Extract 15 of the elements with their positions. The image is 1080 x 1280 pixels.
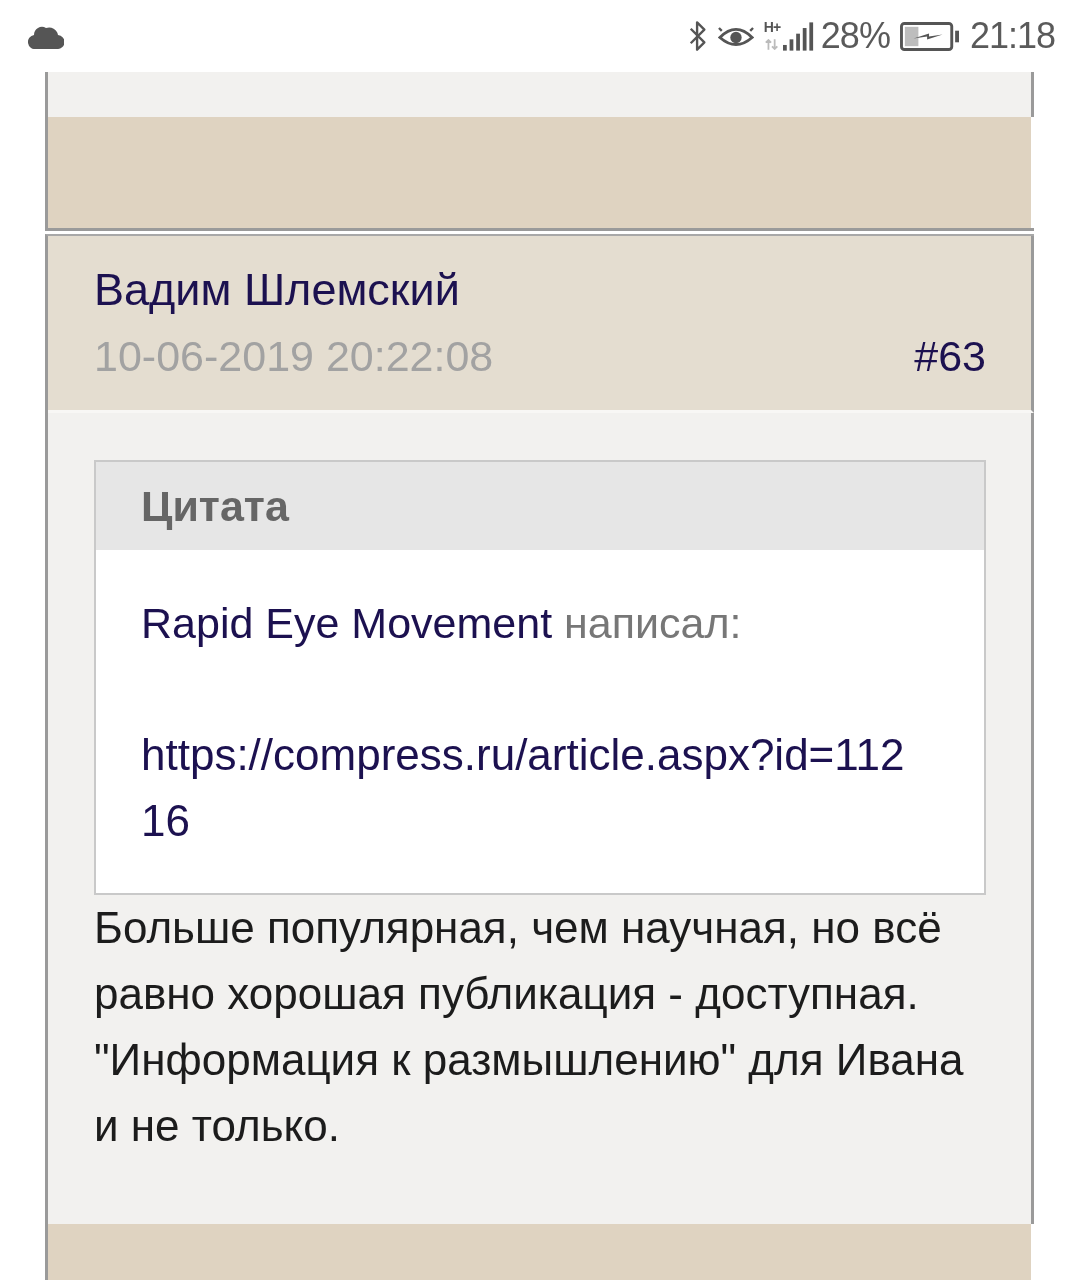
quote-header: Цитата xyxy=(96,462,984,550)
author-link[interactable]: Вадим Шлемский xyxy=(94,264,460,316)
post-date: 10-06-2019 20:22:08 xyxy=(94,331,494,381)
bluetooth-icon xyxy=(687,20,708,52)
post-text: Больше популярная, чем научная, но всё равно хорошая публикация - доступная. "Информация к размышлению" для Ивана и не только. xyxy=(94,902,965,1152)
clock-time: 21:18 xyxy=(969,16,1055,56)
quoted-author-link[interactable]: Rapid Eye Movement xyxy=(141,599,553,647)
battery-percent: 28% xyxy=(820,16,890,56)
battery-charging-icon xyxy=(899,21,960,51)
quote-url-link[interactable]: https://compress.ru/article.aspx?id=11216 xyxy=(141,722,914,854)
data-arrows-icon xyxy=(763,39,780,50)
post-number-link[interactable]: #63 xyxy=(914,331,986,381)
quote-attribution: Rapid Eye Movement написал: xyxy=(141,598,743,649)
network-type-label: H+ xyxy=(763,19,781,35)
signal-icon xyxy=(782,21,815,51)
